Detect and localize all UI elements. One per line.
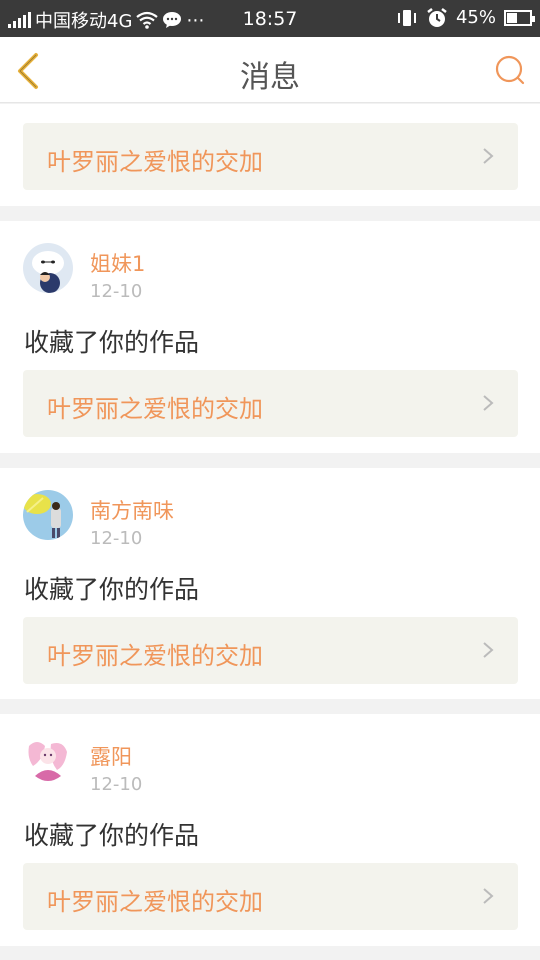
chevron-right-icon: [483, 395, 494, 411]
chevron-right-icon: [483, 148, 494, 164]
work-link[interactable]: 叶罗丽之爱恨的交加: [23, 370, 518, 437]
work-title: 叶罗丽之爱恨的交加: [47, 395, 263, 423]
work-link[interactable]: 叶罗丽之爱恨的交加: [23, 123, 518, 190]
user-name[interactable]: 南方南味: [90, 495, 174, 525]
message-date: 12-10: [90, 774, 143, 795]
work-title: 叶罗丽之爱恨的交加: [47, 148, 263, 176]
status-bar: 中国移动4G ⋯ 18:57 45%: [0, 0, 540, 37]
message-card: 南方南味 12-10 收藏了你的作品 叶罗丽之爱恨的交加: [0, 468, 540, 699]
message-action: 收藏了你的作品: [24, 575, 200, 604]
work-title: 叶罗丽之爱恨的交加: [47, 642, 263, 670]
message-date: 12-10: [90, 528, 143, 549]
avatar[interactable]: [23, 490, 73, 540]
page-title: 消息: [240, 60, 300, 95]
battery-icon: [504, 9, 535, 26]
message-card: 姐妹1 12-10 收藏了你的作品 叶罗丽之爱恨的交加: [0, 221, 540, 453]
message-action: 收藏了你的作品: [24, 821, 200, 850]
avatar[interactable]: [23, 736, 73, 786]
battery-percent: 45%: [455, 7, 496, 28]
search-icon[interactable]: [494, 54, 526, 86]
vibrate-icon: [397, 9, 416, 26]
work-link[interactable]: 叶罗丽之爱恨的交加: [23, 863, 518, 930]
nav-header: 消息: [0, 37, 540, 103]
message-card-partial: 叶罗丽之爱恨的交加: [0, 104, 540, 206]
message-action: 收藏了你的作品: [24, 328, 200, 357]
chevron-right-icon: [483, 642, 494, 658]
status-right: 45%: [396, 7, 535, 28]
alarm-icon: [427, 7, 447, 27]
user-name[interactable]: 露阳: [90, 741, 132, 771]
work-link[interactable]: 叶罗丽之爱恨的交加: [23, 617, 518, 684]
message-card: 露阳 12-10 收藏了你的作品 叶罗丽之爱恨的交加: [0, 714, 540, 946]
message-date: 12-10: [90, 281, 143, 302]
work-title: 叶罗丽之爱恨的交加: [47, 888, 263, 916]
avatar[interactable]: [23, 243, 73, 293]
user-name[interactable]: 姐妹1: [90, 248, 145, 278]
chevron-right-icon: [483, 888, 494, 904]
